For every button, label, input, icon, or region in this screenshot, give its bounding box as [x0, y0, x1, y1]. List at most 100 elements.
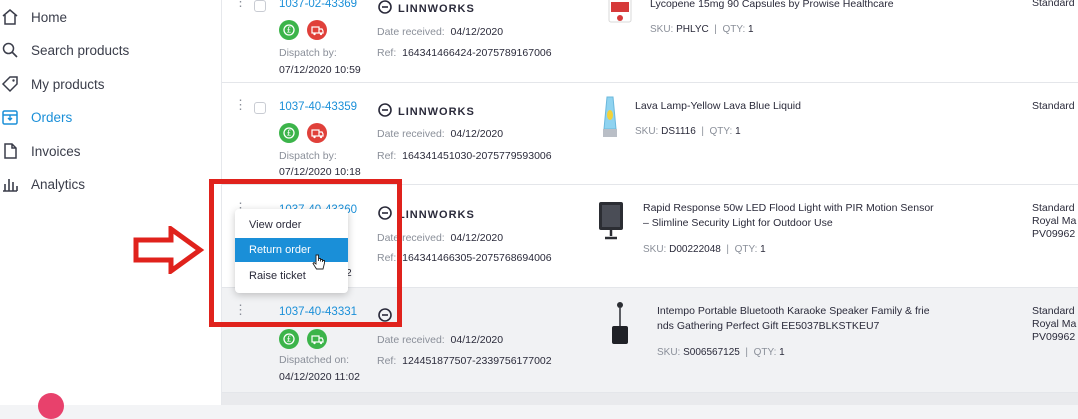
annotation-highlight-box: [209, 179, 402, 327]
row-checkbox[interactable]: [254, 0, 266, 12]
table-row: ⋮ 1037-40-43359 £ Dispatch by: 07/12/202…: [222, 83, 1078, 185]
annotation-arrow-icon: [133, 226, 205, 274]
tracking-number: PV09962: [1032, 228, 1076, 240]
sidebar-item-label: My products: [31, 76, 105, 92]
sidebar-item-label: Orders: [31, 109, 73, 125]
sku-label: SKU:: [643, 244, 667, 255]
bar-chart-icon: [0, 174, 20, 194]
sku-value: D00222048: [669, 244, 721, 255]
product-thumbnail: [598, 95, 622, 144]
sidebar-item-orders[interactable]: Orders: [0, 102, 72, 132]
qty-value: 1: [735, 126, 741, 137]
delivery-truck-icon: [307, 20, 327, 40]
qty-label: QTY:: [722, 24, 746, 35]
shipping-info: Standard: [1032, 100, 1075, 113]
date-received-label: Date received:: [377, 26, 445, 38]
ref-label: Ref:: [377, 47, 397, 59]
product-sku: SKU: PHLYC | QTY: 1: [650, 24, 754, 35]
svg-text:£: £: [287, 129, 292, 138]
dispatched-label: Dispatched on:: [279, 354, 350, 366]
sidebar-item-search-products[interactable]: Search products: [0, 35, 129, 65]
sidebar-item-invoices[interactable]: Invoices: [0, 136, 81, 166]
row-checkbox[interactable]: [254, 102, 266, 114]
dispatch-date: 07/12/2020 10:18: [279, 166, 361, 178]
date-received-label: Date received:: [377, 128, 445, 140]
sku-value: PHLYC: [676, 24, 709, 35]
dispatch-label: Dispatch by:: [279, 47, 337, 59]
paid-icon: £: [279, 329, 299, 349]
product-title-line: Rapid Response 50w LED Flood Light with …: [643, 202, 934, 214]
product-title[interactable]: Rapid Response 50w LED Flood Light with …: [643, 201, 934, 231]
tag-icon: [0, 74, 20, 94]
svg-text:£: £: [287, 335, 292, 344]
product-sku: SKU: DS1116 | QTY: 1: [635, 126, 741, 137]
linnworks-logo-text: LINNWORKS: [398, 208, 475, 221]
sidebar-item-home[interactable]: Home: [0, 2, 67, 32]
dispatch-label: Dispatch by:: [279, 150, 337, 162]
delivery-truck-icon: [307, 123, 327, 143]
date-received-value: 04/12/2020: [450, 128, 504, 140]
home-icon: [0, 7, 20, 27]
orders-icon: [0, 107, 20, 127]
ref-label: Ref:: [377, 150, 397, 162]
date-received-value: 04/12/2020: [450, 334, 504, 346]
date-received: Date received: 04/12/2020: [377, 334, 503, 346]
sidebar-item-label: Home: [31, 9, 68, 25]
sku-value: DS1116: [661, 126, 696, 137]
sku-label: SKU:: [635, 126, 659, 137]
sku-label: SKU:: [650, 24, 674, 35]
date-received: Date received: 04/12/2020: [377, 128, 503, 140]
product-title[interactable]: Intempo Portable Bluetooth Karaoke Speak…: [657, 304, 930, 334]
date-received-label: Date received:: [377, 334, 445, 346]
sidebar-item-label: Invoices: [31, 143, 81, 159]
product-title-line: Intempo Portable Bluetooth Karaoke Speak…: [657, 305, 930, 317]
shipping-info: Standard: [1032, 0, 1075, 10]
product-title[interactable]: Lycopene 15mg 90 Capsules by Prowise Hea…: [650, 0, 894, 12]
order-number-link[interactable]: 1037-40-43359: [279, 101, 357, 113]
sidebar-item-label: Search products: [31, 42, 130, 58]
order-ref: Ref: 124451877507-2339756177002: [377, 355, 552, 367]
order-ref: Ref: 164341466424-2075789167006: [377, 47, 552, 59]
document-icon: [0, 141, 20, 161]
ref-value: 164341466424-2075789167006: [402, 47, 552, 59]
tracking-number: PV09962: [1032, 331, 1076, 343]
qty-value: 1: [779, 347, 785, 358]
shipping-carrier: Royal Ma: [1032, 318, 1077, 330]
order-number-link[interactable]: 1037-02-43369: [279, 0, 357, 10]
sidebar-item-analytics[interactable]: Analytics: [0, 169, 85, 199]
list-footer: [222, 393, 1078, 405]
row-menu-icon[interactable]: ⋮: [234, 98, 247, 111]
product-thumbnail: [597, 200, 625, 247]
ref-value: 124451877507-2339756177002: [402, 355, 552, 367]
qty-value: 1: [748, 24, 754, 35]
chat-launcher-icon[interactable]: [38, 393, 64, 419]
date-received-value: 04/12/2020: [450, 232, 504, 244]
qty-label: QTY:: [709, 126, 733, 137]
product-thumbnail: [605, 0, 635, 33]
product-title[interactable]: Lava Lamp-Yellow Lava Blue Liquid: [635, 99, 801, 114]
dispatched-date: 04/12/2020 11:02: [279, 371, 360, 383]
shipping-service: Standard: [1032, 305, 1075, 317]
ref-value: 164341466305-2075768694006: [402, 252, 552, 264]
paid-icon: £: [279, 20, 299, 40]
shipping-service: Standard: [1032, 202, 1075, 214]
linnworks-logo-icon: [377, 102, 393, 121]
qty-label: QTY:: [753, 347, 777, 358]
shipping-service: Standard: [1032, 0, 1075, 9]
date-received-value: 04/12/2020: [450, 26, 504, 38]
shipping-info: Standard Royal Ma PV09962: [1032, 305, 1076, 344]
row-menu-icon[interactable]: ⋮: [234, 0, 247, 8]
shipping-service: Standard: [1032, 100, 1075, 112]
linnworks-logo-text: LINNWORKS: [398, 105, 475, 118]
product-title-line: – Slimline Security Light for Outdoor Us…: [643, 217, 833, 229]
sidebar-item-my-products[interactable]: My products: [0, 69, 105, 99]
paid-icon: £: [279, 123, 299, 143]
linnworks-logo: LINNWORKS: [377, 102, 475, 121]
qty-label: QTY:: [734, 244, 758, 255]
delivery-truck-icon: [307, 329, 327, 349]
hand-pointer-cursor-icon: [312, 254, 325, 270]
table-row: ⋮ 1037-02-43369 £ Dispatch by: 07/12/202…: [222, 0, 1078, 83]
linnworks-logo-icon: [377, 0, 393, 18]
ref-value: 164341451030-2075779593006: [402, 150, 552, 162]
linnworks-logo-text: LINNWORKS: [398, 2, 475, 15]
